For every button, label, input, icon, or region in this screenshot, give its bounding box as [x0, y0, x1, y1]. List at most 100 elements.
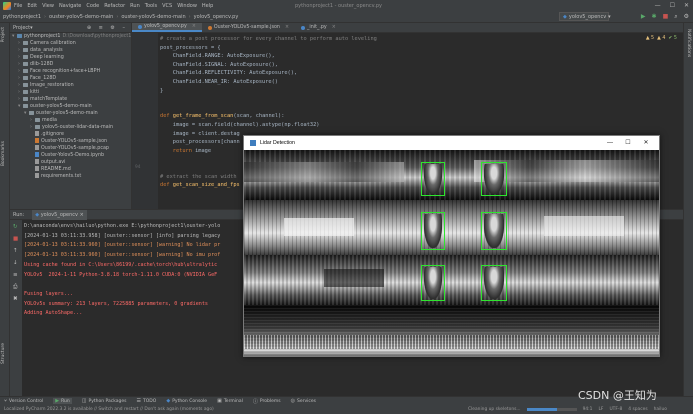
rerun-icon[interactable]: ↻: [13, 224, 18, 230]
menu-navigate[interactable]: Navigate: [59, 3, 81, 9]
project-tree-item[interactable]: › Face_128D: [10, 75, 131, 82]
console-line: Fusing layers...: [24, 290, 74, 297]
menu-edit[interactable]: Edit: [27, 3, 37, 9]
project-tree-item[interactable]: requirements.txt: [10, 173, 131, 180]
project-tree-item[interactable]: ▾ ouster-yolov5-demo-main: [10, 110, 131, 117]
project-tree-item[interactable]: › Face recognition+face+LBPH: [10, 68, 131, 75]
menu-file[interactable]: File: [14, 3, 22, 9]
project-tree-item[interactable]: › data_analysis: [10, 47, 131, 54]
project-tree-item[interactable]: › kitti: [10, 89, 131, 96]
project-tree-item[interactable]: Ouster-YOLOv5-sample.json: [10, 138, 131, 145]
python-packages-tool-button[interactable]: ◫ Python Packages: [82, 398, 127, 404]
stop-icon[interactable]: ■: [663, 13, 669, 21]
todo-tool-button[interactable]: ☰ TODO: [137, 398, 157, 404]
project-tree-item[interactable]: README.md: [10, 166, 131, 173]
project-tree-item[interactable]: Ouster-YOLOv5-sample.pcap: [10, 145, 131, 152]
tab-yolov5-opencv[interactable]: yolov5_opencv.py ×: [132, 23, 202, 32]
tree-item-label: Deep learning: [30, 55, 64, 60]
terminal-tool-button[interactable]: ▣ Terminal: [217, 398, 243, 404]
project-tree-item[interactable]: › Image_restoration: [10, 82, 131, 89]
minimize-icon[interactable]: —: [601, 136, 619, 150]
json-file-icon: [207, 25, 212, 30]
settings-icon[interactable]: ⚙: [684, 13, 689, 21]
lidar-detection-window[interactable]: Lidar Detection — ☐ ✕: [243, 135, 660, 357]
bookmarks-tool-button[interactable]: Bookmarks: [1, 141, 6, 166]
menu-vcs[interactable]: VCS: [162, 3, 172, 9]
caret-position[interactable]: 94:1: [583, 407, 593, 412]
project-view-select[interactable]: Project: [13, 25, 30, 31]
project-tree-item[interactable]: › dlib-128D: [10, 61, 131, 68]
lidar-window-titlebar[interactable]: Lidar Detection — ☐ ✕: [244, 136, 659, 150]
project-tree-item[interactable]: › yolov5-ouster-lidar-data-main: [10, 124, 131, 131]
menu-tools[interactable]: Tools: [145, 3, 157, 9]
tab-init-py[interactable]: _init_.py ×: [295, 23, 342, 32]
scroll-up-icon[interactable]: ↑: [13, 248, 18, 254]
line-separator[interactable]: LF: [598, 407, 603, 412]
services-tool-button[interactable]: ◎ Services: [291, 398, 316, 404]
background-task[interactable]: Cleaning up skeletons...: [468, 407, 521, 412]
branch-icon: ⑂: [4, 398, 8, 404]
project-tool-button[interactable]: Project: [1, 27, 6, 42]
list-icon: ☰: [136, 398, 142, 404]
notifications-tool-button[interactable]: Notifications: [686, 29, 691, 57]
soft-wrap-icon[interactable]: ≡: [13, 272, 18, 278]
indent-setting[interactable]: 4 spaces: [628, 407, 647, 412]
interpreter-select[interactable]: hailuo: [654, 407, 667, 412]
close-icon[interactable]: ✕: [637, 136, 655, 150]
maximize-icon[interactable]: ☐: [670, 2, 675, 9]
navigation-bar: pythonproject1 › ouster-yolov5-demo-main ›…: [0, 11, 693, 23]
python-console-tool-button[interactable]: ◆ Python Console: [166, 398, 207, 404]
project-tree-item[interactable]: ▾ ouster-yolov5-demo-main: [10, 103, 131, 110]
inspection-widget[interactable]: ▲ 5 ▲ 4 ✔ 5: [646, 36, 677, 41]
breadcrumb-subfolder[interactable]: ouster-yolov5-demo-main: [121, 14, 185, 20]
close-tab-icon[interactable]: ×: [285, 23, 289, 33]
minimize-icon[interactable]: —: [655, 2, 661, 9]
code-line: image = scan.field(channel).astype(np.fl…: [160, 122, 320, 128]
menu-run[interactable]: Run: [130, 3, 140, 9]
status-message[interactable]: Localized PyCharm 2022.3.2 is available …: [4, 407, 214, 412]
terminal-icon: ▣: [217, 398, 222, 404]
close-icon[interactable]: ✕: [684, 2, 689, 9]
maximize-icon[interactable]: ☐: [619, 136, 637, 150]
menu-view[interactable]: View: [42, 3, 54, 9]
scroll-down-icon[interactable]: ↓: [13, 260, 18, 266]
run-toolbar: ↻ ■ ↑ ↓ ≡ ⎙ ✖: [10, 220, 22, 397]
trash-icon[interactable]: ✖: [13, 296, 18, 302]
project-tree-item[interactable]: .gitignore: [10, 131, 131, 138]
run-tab-yolov5-opencv[interactable]: ◆ yolov5_opencv ×: [32, 209, 87, 220]
close-tab-icon[interactable]: ×: [332, 23, 336, 33]
run-tool-button[interactable]: ▶ Run: [53, 398, 72, 404]
project-tree-item[interactable]: › matchTemplate: [10, 96, 131, 103]
file-encoding[interactable]: UTF-8: [609, 407, 622, 412]
debug-icon[interactable]: ✱: [652, 13, 657, 21]
folder-icon: [23, 40, 28, 45]
breadcrumb-folder[interactable]: ouster-yolov5-demo-main: [49, 14, 113, 20]
breadcrumb-file[interactable]: yolov5_opencv.py: [194, 14, 239, 20]
run-configuration-select[interactable]: ◆ yolov5_opencv ▾: [559, 12, 611, 21]
project-tree-item[interactable]: › Deep learning: [10, 54, 131, 61]
project-panel-tools[interactable]: ⊕ ≡ ⚙ –: [87, 25, 128, 31]
breadcrumb-project[interactable]: pythonproject1: [3, 14, 41, 20]
close-tab-icon[interactable]: ×: [80, 212, 84, 218]
project-tree-item[interactable]: output.avi: [10, 159, 131, 166]
project-tree-item[interactable]: ▾ pythonproject1 D:\Download\pythonproject…: [10, 33, 131, 40]
project-tree-item[interactable]: Ouster-Yolov5-Demo.ipynb: [10, 152, 131, 159]
print-icon[interactable]: ⎙: [13, 284, 17, 291]
structure-tool-button[interactable]: Structure: [1, 343, 6, 364]
menu-refactor[interactable]: Refactor: [104, 3, 125, 9]
version-control-tool-button[interactable]: ⑂ Version Control: [4, 398, 43, 404]
close-tab-icon[interactable]: ×: [192, 22, 196, 32]
search-icon[interactable]: ⌕: [674, 13, 677, 21]
project-tree-item[interactable]: › Camera calibration: [10, 40, 131, 47]
problems-tool-button[interactable]: ⓘ Problems: [253, 398, 281, 405]
run-icon[interactable]: ▶: [641, 13, 646, 21]
menu-code[interactable]: Code: [86, 3, 99, 9]
project-tree-item[interactable]: › media: [10, 117, 131, 124]
menu-help[interactable]: Help: [202, 3, 213, 9]
lidar-signal-strip: [244, 150, 659, 200]
menu-window[interactable]: Window: [177, 3, 197, 9]
console-line: Using cache found in C:\Users\86199/.cac…: [24, 261, 218, 268]
line-number-gutter: 94: [132, 33, 158, 209]
tab-sample-json[interactable]: Ouster-YOLOv5-sample.json ×: [202, 23, 295, 32]
stop-icon[interactable]: ■: [13, 236, 18, 242]
